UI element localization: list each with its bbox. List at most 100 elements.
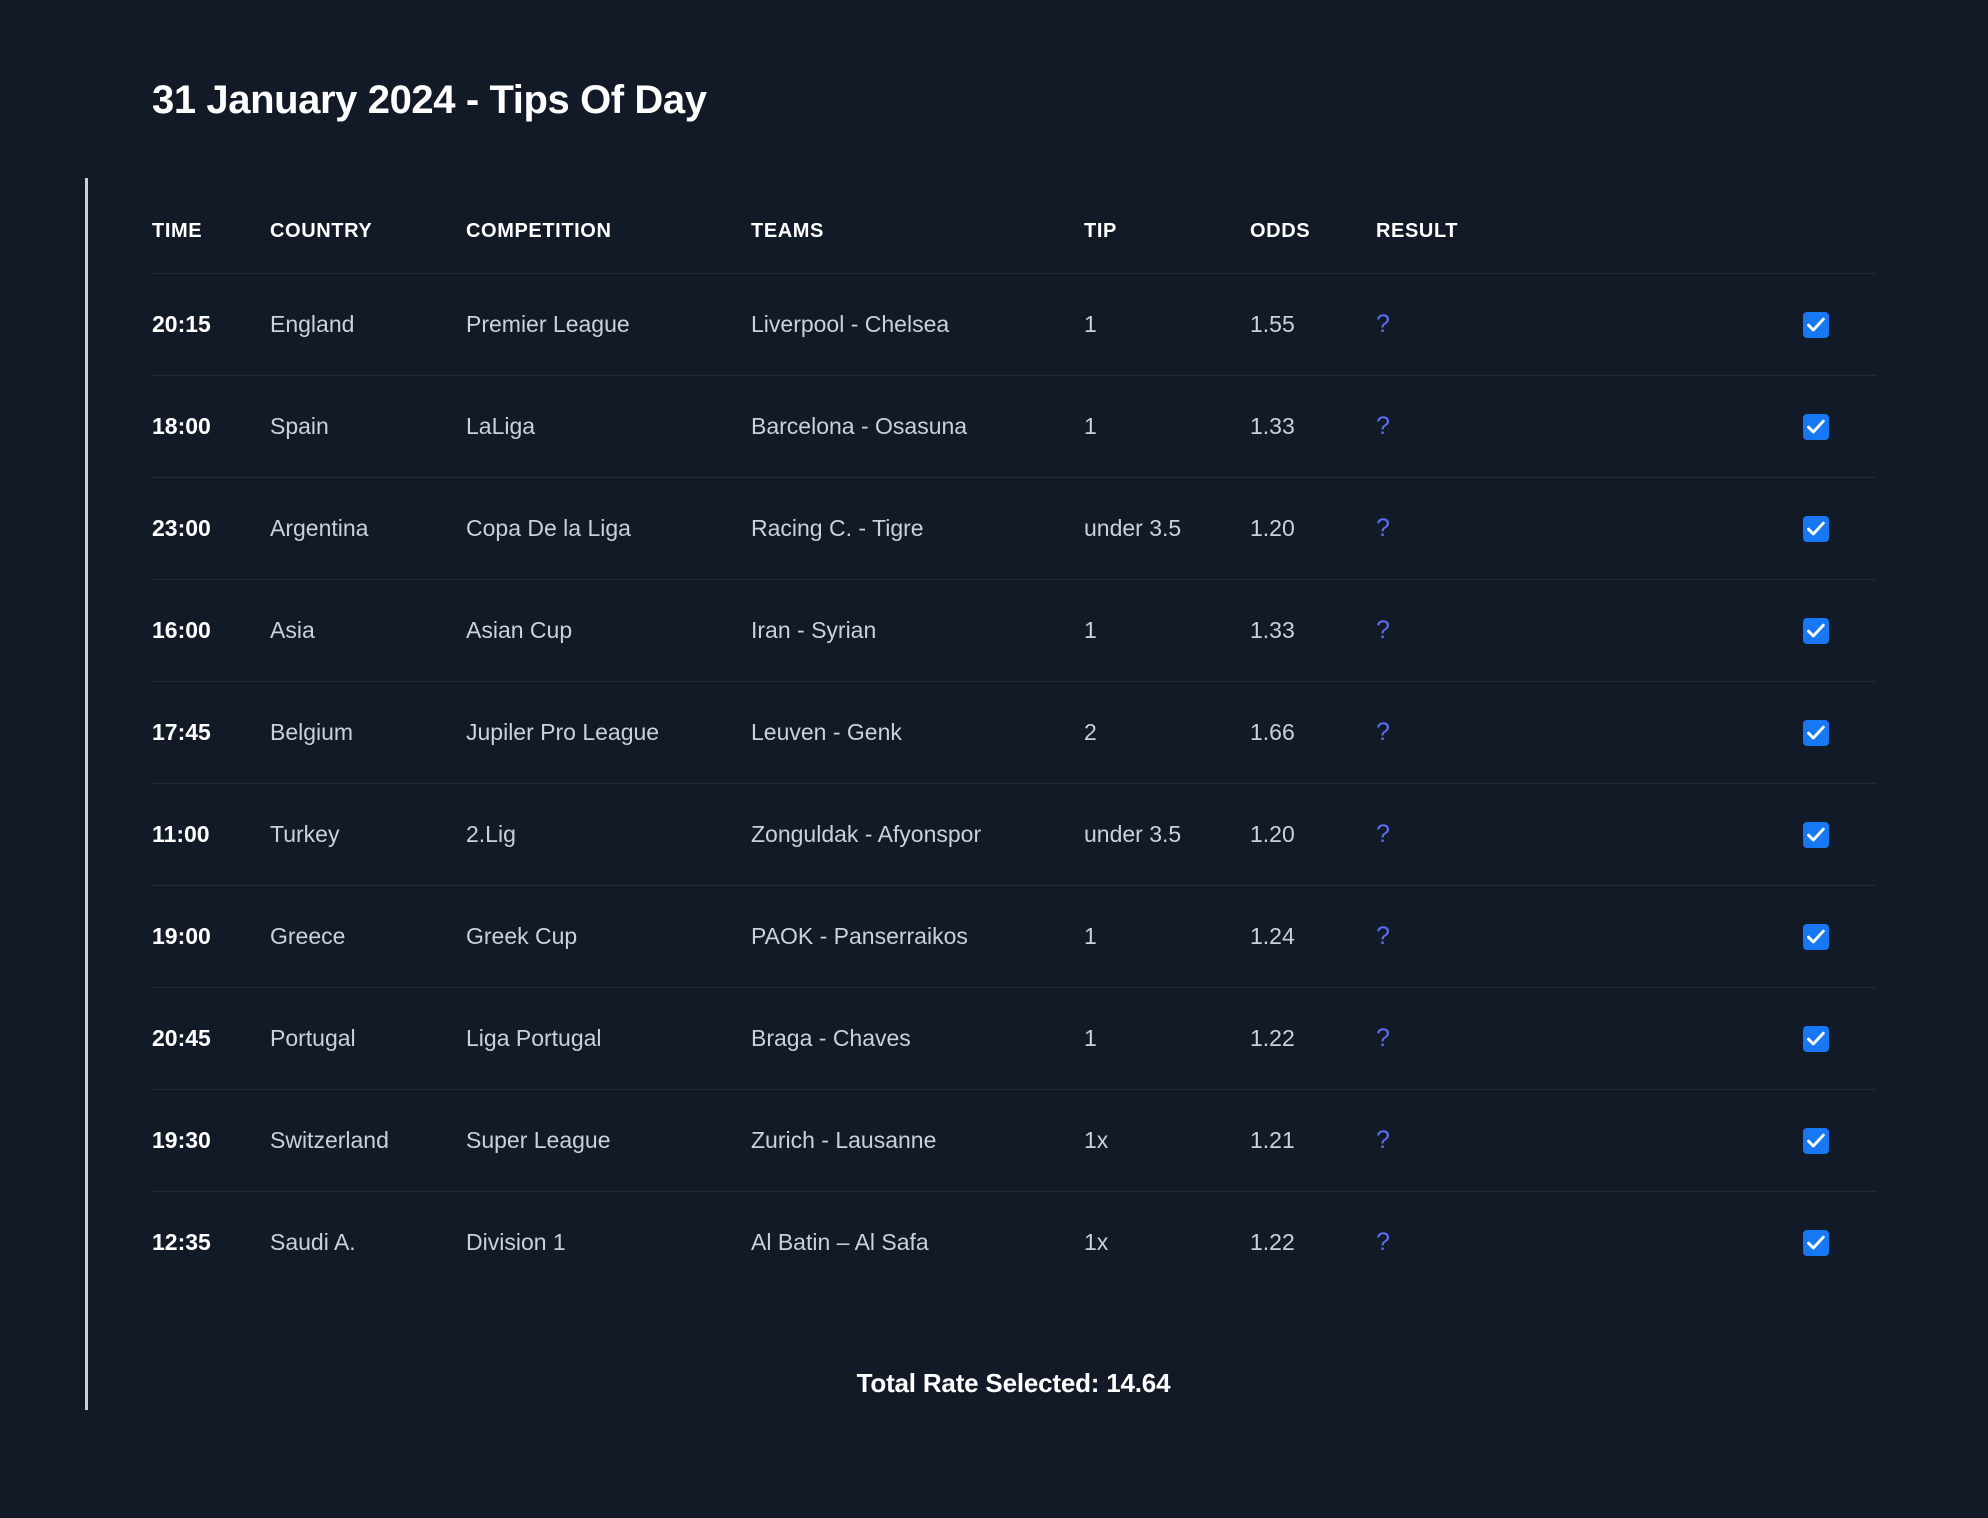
- column-header-competition: COMPETITION: [466, 220, 612, 242]
- row-result: ?: [1376, 783, 1526, 886]
- column-header-time: TIME: [152, 220, 203, 242]
- result-unknown-icon: ?: [1376, 922, 1390, 950]
- row-odds: 1.33: [1250, 579, 1376, 682]
- row-select-cell[interactable]: [1526, 783, 1875, 886]
- table-header-row: TIME COUNTRY COMPETITION TEAMS TIP ODDS …: [152, 178, 1875, 274]
- table-row[interactable]: 17:45 Belgium Jupiler Pro League Leuven - G…: [152, 681, 1875, 784]
- row-select-cell[interactable]: [1526, 477, 1875, 580]
- row-competition: Copa De la Liga: [466, 477, 751, 580]
- row-competition: Super League: [466, 1089, 751, 1192]
- row-select-cell[interactable]: [1526, 1191, 1875, 1293]
- row-select-cell[interactable]: [1526, 375, 1875, 478]
- row-teams: PAOK - Panserraikos: [751, 885, 1084, 988]
- checkbox-checked-icon[interactable]: [1803, 822, 1829, 849]
- checkbox-checked-icon[interactable]: [1803, 516, 1829, 543]
- checkbox-checked-icon[interactable]: [1803, 414, 1829, 441]
- row-teams: Zurich - Lausanne: [751, 1089, 1084, 1192]
- row-country: Greece: [270, 885, 466, 988]
- row-odds: 1.55: [1250, 273, 1376, 376]
- row-teams: Al Batin – Al Safa: [751, 1191, 1084, 1293]
- table-row[interactable]: 18:00 Spain LaLiga Barcelona - Osasuna 1 1.33…: [152, 375, 1875, 478]
- checkbox-checked-icon[interactable]: [1803, 1128, 1829, 1155]
- checkbox-checked-icon[interactable]: [1803, 924, 1829, 951]
- row-teams: Barcelona - Osasuna: [751, 375, 1084, 478]
- table-row[interactable]: 12:35 Saudi A. Division 1 Al Batin – Al Saf…: [152, 1191, 1875, 1293]
- row-teams: Liverpool - Chelsea: [751, 273, 1084, 376]
- result-unknown-icon: ?: [1376, 310, 1390, 338]
- checkbox-checked-icon[interactable]: [1803, 312, 1829, 339]
- row-competition: Jupiler Pro League: [466, 681, 751, 784]
- result-unknown-icon: ?: [1376, 514, 1390, 542]
- table-row[interactable]: 20:15 England Premier League Liverpool - Ch…: [152, 273, 1875, 376]
- row-tip: 1: [1084, 987, 1250, 1090]
- table-row[interactable]: 19:00 Greece Greek Cup PAOK - Panserraikos 1…: [152, 885, 1875, 988]
- table-row[interactable]: 23:00 Argentina Copa De la Liga Racing C. -…: [152, 477, 1875, 580]
- result-unknown-icon: ?: [1376, 616, 1390, 644]
- row-result: ?: [1376, 375, 1526, 478]
- row-result: ?: [1376, 273, 1526, 376]
- row-tip: 1: [1084, 375, 1250, 478]
- row-odds: 1.24: [1250, 885, 1376, 988]
- row-odds: 1.22: [1250, 987, 1376, 1090]
- row-result: ?: [1376, 681, 1526, 784]
- result-unknown-icon: ?: [1376, 718, 1390, 746]
- table-header: TIME COUNTRY COMPETITION TEAMS TIP ODDS …: [152, 178, 1875, 274]
- checkbox-checked-icon[interactable]: [1803, 720, 1829, 747]
- row-tip: 2: [1084, 681, 1250, 784]
- column-header-teams: TEAMS: [751, 220, 824, 242]
- row-result: ?: [1376, 477, 1526, 580]
- row-time: 16:00: [152, 579, 270, 682]
- row-time: 11:00: [152, 783, 270, 886]
- table-row[interactable]: 16:00 Asia Asian Cup Iran - Syrian 1 1.33?: [152, 579, 1875, 682]
- row-odds: 1.33: [1250, 375, 1376, 478]
- row-result: ?: [1376, 1089, 1526, 1192]
- row-tip: 1: [1084, 273, 1250, 376]
- row-country: Spain: [270, 375, 466, 478]
- row-result: ?: [1376, 987, 1526, 1090]
- checkbox-checked-icon[interactable]: [1803, 618, 1829, 645]
- table-row[interactable]: 19:30 Switzerland Super League Zurich - Lau…: [152, 1089, 1875, 1192]
- row-country: England: [270, 273, 466, 376]
- result-unknown-icon: ?: [1376, 820, 1390, 848]
- column-header-odds: ODDS: [1250, 220, 1311, 242]
- table-row[interactable]: 11:00 Turkey 2.Lig Zonguldak - Afyonspor und…: [152, 783, 1875, 886]
- row-select-cell[interactable]: [1526, 987, 1875, 1090]
- table-row[interactable]: 20:45 Portugal Liga Portugal Braga - Chaves…: [152, 987, 1875, 1090]
- row-result: ?: [1376, 1191, 1526, 1293]
- row-country: Switzerland: [270, 1089, 466, 1192]
- row-country: Argentina: [270, 477, 466, 580]
- row-select-cell[interactable]: [1526, 1089, 1875, 1192]
- row-teams: Braga - Chaves: [751, 987, 1084, 1090]
- row-select-cell[interactable]: [1526, 681, 1875, 784]
- column-header-country: COUNTRY: [270, 220, 373, 242]
- left-accent-rule: [85, 178, 88, 1410]
- row-teams: Iran - Syrian: [751, 579, 1084, 682]
- row-competition: Greek Cup: [466, 885, 751, 988]
- checkbox-checked-icon[interactable]: [1803, 1230, 1829, 1257]
- checkbox-checked-icon[interactable]: [1803, 1026, 1829, 1053]
- row-time: 20:45: [152, 987, 270, 1090]
- row-tip: 1x: [1084, 1191, 1250, 1293]
- row-select-cell[interactable]: [1526, 273, 1875, 376]
- row-teams: Zonguldak - Afyonspor: [751, 783, 1084, 886]
- row-competition: Division 1: [466, 1191, 751, 1293]
- row-competition: 2.Lig: [466, 783, 751, 886]
- row-select-cell[interactable]: [1526, 579, 1875, 682]
- row-competition: Asian Cup: [466, 579, 751, 682]
- row-competition: LaLiga: [466, 375, 751, 478]
- row-tip: 1: [1084, 885, 1250, 988]
- row-time: 23:00: [152, 477, 270, 580]
- row-country: Turkey: [270, 783, 466, 886]
- row-select-cell[interactable]: [1526, 885, 1875, 988]
- row-tip: 1: [1084, 579, 1250, 682]
- row-teams: Leuven - Genk: [751, 681, 1084, 784]
- row-time: 19:30: [152, 1089, 270, 1192]
- tips-table-container: TIME COUNTRY COMPETITION TEAMS TIP ODDS …: [152, 178, 1875, 1293]
- column-header-tip: TIP: [1084, 220, 1117, 242]
- row-teams: Racing C. - Tigre: [751, 477, 1084, 580]
- row-tip: 1x: [1084, 1089, 1250, 1192]
- row-country: Belgium: [270, 681, 466, 784]
- row-odds: 1.20: [1250, 783, 1376, 886]
- row-country: Asia: [270, 579, 466, 682]
- row-time: 18:00: [152, 375, 270, 478]
